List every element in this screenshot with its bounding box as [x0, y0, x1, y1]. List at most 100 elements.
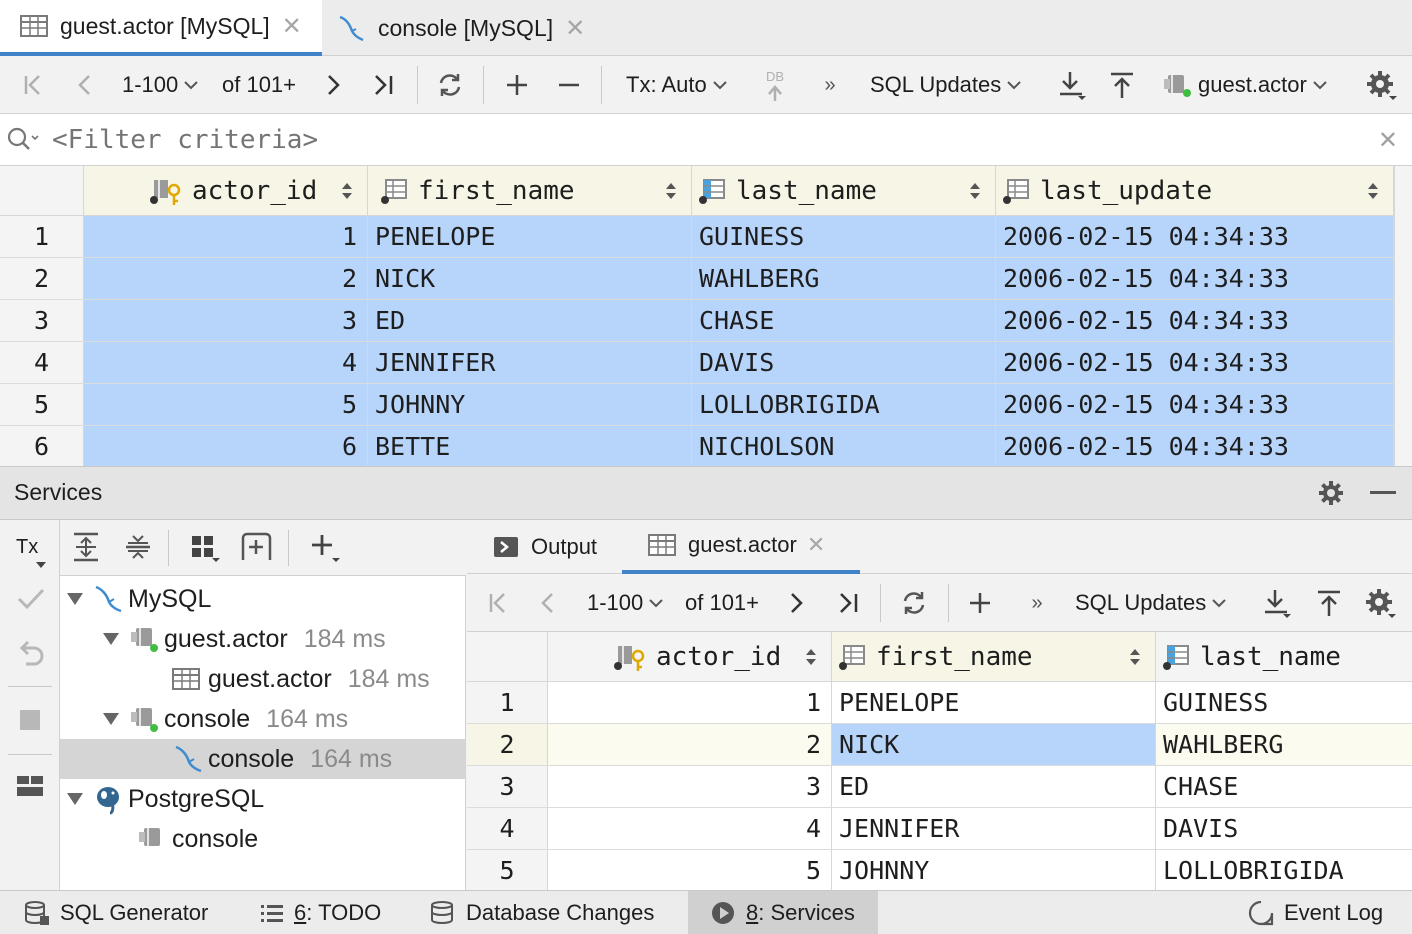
cell-last-name[interactable]: DAVIS [692, 342, 996, 384]
cell-last-update[interactable]: 2006-02-15 04:34:33 [996, 342, 1394, 384]
add-service-icon[interactable] [310, 532, 342, 564]
expand-arrow-icon[interactable] [66, 792, 92, 806]
cell-actor-id[interactable]: 1 [548, 682, 832, 724]
minimize-icon[interactable] [1370, 491, 1396, 494]
page-range-dropdown[interactable]: 1-100 [122, 70, 198, 100]
next-page-icon[interactable] [781, 588, 811, 618]
sql-updates-dropdown[interactable]: SQL Updates [1075, 588, 1226, 618]
column-header-first-name[interactable]: first_name [368, 166, 692, 216]
download-icon[interactable] [1261, 586, 1293, 620]
prev-page-icon[interactable] [70, 70, 100, 100]
expand-arrow-icon[interactable] [102, 712, 128, 726]
cell-last-update[interactable]: 2006-02-15 04:34:33 [996, 258, 1394, 300]
group-by-icon[interactable] [190, 532, 220, 562]
services-button[interactable]: 8 : Services [688, 891, 878, 934]
cell-last-update[interactable]: 2006-02-15 04:34:33 [996, 216, 1394, 258]
row-number[interactable]: 5 [0, 384, 84, 426]
download-icon[interactable] [1056, 68, 1088, 102]
commit-check-icon[interactable] [16, 586, 46, 612]
tree-node-session[interactable]: console [136, 819, 258, 859]
tab-output[interactable]: Output [493, 520, 597, 574]
tree-node-session[interactable]: guest.actor 184 ms [102, 619, 386, 659]
sort-icon[interactable] [969, 181, 981, 201]
close-icon[interactable]: ✕ [282, 12, 302, 41]
cell-actor-id[interactable]: 4 [548, 808, 832, 850]
tree-node-session[interactable]: console 164 ms [102, 699, 348, 739]
upload-icon[interactable] [1313, 586, 1345, 620]
cell-first-name[interactable]: NICK [832, 724, 1156, 766]
row-number[interactable]: 5 [467, 850, 548, 890]
rollback-icon[interactable] [16, 640, 46, 668]
row-number[interactable]: 2 [0, 258, 84, 300]
column-header-last-name[interactable]: last_name [1156, 632, 1412, 682]
row-number[interactable]: 6 [0, 426, 84, 466]
tree-node-mysql[interactable]: MySQL [66, 579, 211, 619]
cell-first-name[interactable]: JOHNNY [832, 850, 1156, 890]
page-range-dropdown[interactable]: 1-100 [587, 588, 663, 618]
tree-node-postgresql[interactable]: PostgreSQL [66, 779, 264, 819]
search-icon[interactable] [6, 126, 40, 154]
next-page-icon[interactable] [318, 70, 348, 100]
cell-last-name[interactable]: GUINESS [692, 216, 996, 258]
column-header-actor-id[interactable]: actor_id [548, 632, 832, 682]
sql-generator-button[interactable]: SQL Generator [24, 891, 208, 934]
tx-button[interactable]: Tx [16, 536, 46, 568]
event-log-button[interactable]: Event Log [1248, 891, 1383, 934]
cell-last-name[interactable]: LOLLOBRIGIDA [1156, 850, 1412, 890]
settings-gear-icon[interactable] [1364, 68, 1398, 102]
new-tab-icon[interactable] [240, 532, 272, 562]
row-number[interactable]: 3 [0, 300, 84, 342]
sort-icon[interactable] [341, 181, 353, 201]
cell-actor-id[interactable]: 5 [548, 850, 832, 890]
refresh-icon[interactable] [434, 69, 466, 101]
collapse-all-icon[interactable] [124, 532, 152, 562]
row-number[interactable]: 4 [0, 342, 84, 384]
cell-last-update[interactable]: 2006-02-15 04:34:33 [996, 300, 1394, 342]
cell-last-name[interactable]: CHASE [692, 300, 996, 342]
cell-first-name[interactable]: BETTE [368, 426, 692, 466]
sort-icon[interactable] [1129, 647, 1141, 667]
column-header-last-update[interactable]: last_update [996, 166, 1394, 216]
cell-actor-id[interactable]: 4 [84, 342, 368, 384]
sql-updates-dropdown[interactable]: SQL Updates [870, 70, 1021, 100]
cell-last-name[interactable]: LOLLOBRIGIDA [692, 384, 996, 426]
database-changes-button[interactable]: Database Changes [430, 891, 654, 934]
more-actions-icon[interactable]: » [818, 70, 842, 100]
cell-actor-id[interactable]: 2 [84, 258, 368, 300]
close-icon[interactable]: ✕ [807, 532, 825, 558]
tab-guest-actor[interactable]: guest.actor [MySQL] ✕ [0, 0, 322, 56]
cell-actor-id[interactable]: 2 [548, 724, 832, 766]
column-header-last-name[interactable]: last_name [692, 166, 996, 216]
cell-last-name[interactable]: WAHLBERG [1156, 724, 1412, 766]
more-actions-icon[interactable]: » [1025, 588, 1049, 618]
todo-button[interactable]: 6 : TODO [260, 891, 381, 934]
tx-mode-dropdown[interactable]: Tx: Auto [626, 70, 727, 100]
sort-icon[interactable] [1367, 181, 1379, 201]
cell-actor-id[interactable]: 3 [84, 300, 368, 342]
cell-first-name[interactable]: PENELOPE [832, 682, 1156, 724]
cell-actor-id[interactable]: 1 [84, 216, 368, 258]
settings-gear-icon[interactable] [1363, 586, 1397, 620]
cell-last-name[interactable]: DAVIS [1156, 808, 1412, 850]
tab-console[interactable]: console [MySQL] ✕ [336, 0, 606, 56]
settings-gear-icon[interactable] [1316, 478, 1346, 508]
filter-input[interactable] [52, 122, 1352, 158]
cell-actor-id[interactable]: 3 [548, 766, 832, 808]
cell-last-name[interactable]: GUINESS [1156, 682, 1412, 724]
refresh-icon[interactable] [898, 587, 930, 619]
row-number[interactable]: 2 [467, 724, 548, 766]
cell-last-update[interactable]: 2006-02-15 04:34:33 [996, 426, 1394, 466]
cell-first-name[interactable]: NICK [368, 258, 692, 300]
expand-all-icon[interactable] [72, 532, 100, 562]
row-number[interactable]: 1 [0, 216, 84, 258]
first-page-icon[interactable] [18, 70, 48, 100]
cell-last-name[interactable]: CHASE [1156, 766, 1412, 808]
add-row-icon[interactable] [502, 70, 532, 100]
column-header-first-name[interactable]: first_name [832, 632, 1156, 682]
prev-page-icon[interactable] [533, 588, 563, 618]
cell-last-name[interactable]: NICHOLSON [692, 426, 996, 466]
datasource-dropdown[interactable]: guest.actor [1162, 70, 1327, 100]
row-number[interactable]: 4 [467, 808, 548, 850]
cell-first-name[interactable]: JOHNNY [368, 384, 692, 426]
cell-first-name[interactable]: JENNIFER [832, 808, 1156, 850]
